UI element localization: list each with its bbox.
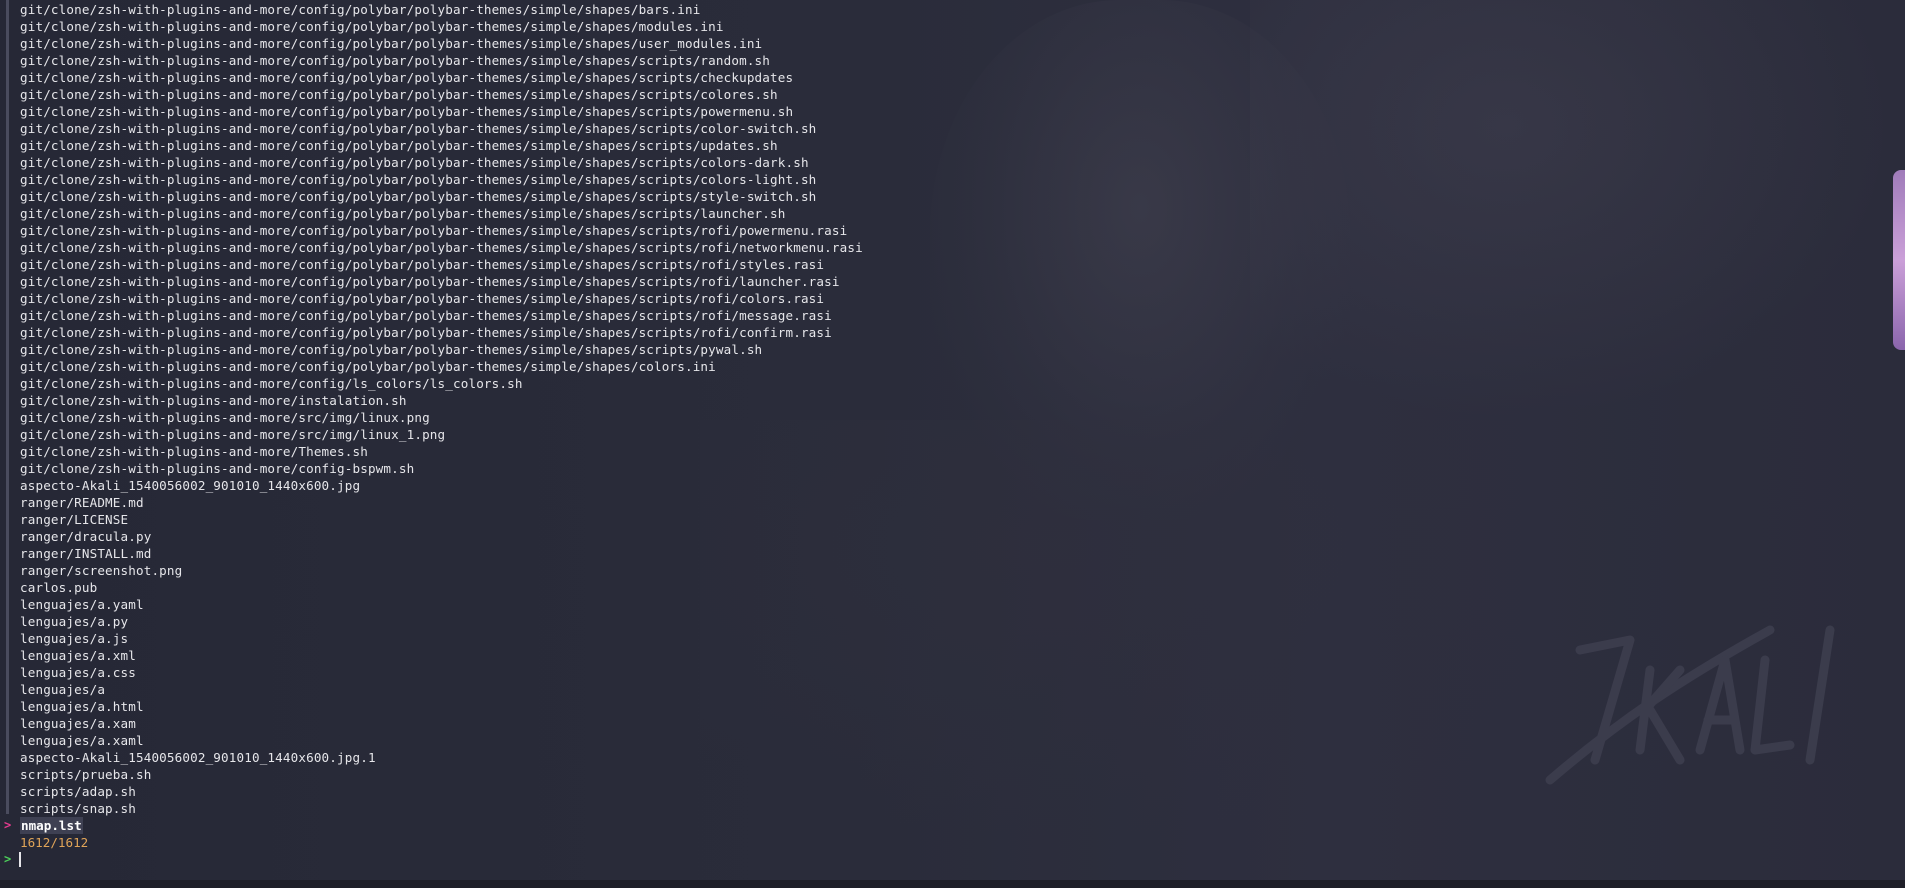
result-item[interactable]: git/clone/zsh-with-plugins-and-more/conf… bbox=[20, 18, 863, 35]
selected-result-text[interactable]: nmap.lst bbox=[20, 817, 83, 834]
selected-result-row[interactable]: > nmap.lst bbox=[0, 817, 83, 834]
search-input[interactable] bbox=[18, 851, 618, 868]
result-item[interactable]: git/clone/zsh-with-plugins-and-more/conf… bbox=[20, 35, 863, 52]
result-item[interactable]: git/clone/zsh-with-plugins-and-more/inst… bbox=[20, 392, 863, 409]
result-item[interactable]: git/clone/zsh-with-plugins-and-more/src/… bbox=[20, 409, 863, 426]
result-item[interactable]: lenguajes/a.xam bbox=[20, 715, 863, 732]
wallpaper-pink-accent bbox=[1893, 170, 1905, 350]
result-item[interactable]: git/clone/zsh-with-plugins-and-more/Them… bbox=[20, 443, 863, 460]
result-item[interactable]: git/clone/zsh-with-plugins-and-more/conf… bbox=[20, 154, 863, 171]
result-item[interactable]: scripts/prueba.sh bbox=[20, 766, 863, 783]
result-item[interactable]: git/clone/zsh-with-plugins-and-more/conf… bbox=[20, 52, 863, 69]
result-item[interactable]: lenguajes/a.yaml bbox=[20, 596, 863, 613]
left-gutter-rule bbox=[6, 0, 9, 814]
result-item[interactable]: aspecto-Akali_1540056002_901010_1440x600… bbox=[20, 749, 863, 766]
result-item[interactable]: git/clone/zsh-with-plugins-and-more/conf… bbox=[20, 86, 863, 103]
result-item[interactable]: git/clone/zsh-with-plugins-and-more/conf… bbox=[20, 358, 863, 375]
result-item[interactable]: git/clone/zsh-with-plugins-and-more/conf… bbox=[20, 1, 863, 18]
result-item[interactable]: git/clone/zsh-with-plugins-and-more/conf… bbox=[20, 137, 863, 154]
result-item[interactable]: git/clone/zsh-with-plugins-and-more/conf… bbox=[20, 205, 863, 222]
result-item[interactable]: ranger/dracula.py bbox=[20, 528, 863, 545]
terminal-window[interactable]: git/clone/zsh-with-plugins-and-more/conf… bbox=[0, 0, 1905, 888]
result-item[interactable]: git/clone/zsh-with-plugins-and-more/conf… bbox=[20, 222, 863, 239]
chevron-right-icon: > bbox=[4, 818, 12, 832]
match-counter: 1612/1612 bbox=[20, 835, 89, 850]
result-item[interactable]: git/clone/zsh-with-plugins-and-more/conf… bbox=[20, 341, 863, 358]
result-item[interactable]: git/clone/zsh-with-plugins-and-more/conf… bbox=[20, 460, 863, 477]
result-item[interactable]: git/clone/zsh-with-plugins-and-more/conf… bbox=[20, 239, 863, 256]
prompt-row[interactable]: > bbox=[0, 851, 1905, 868]
result-item[interactable]: git/clone/zsh-with-plugins-and-more/conf… bbox=[20, 256, 863, 273]
result-item[interactable]: lenguajes/a.html bbox=[20, 698, 863, 715]
result-item[interactable]: git/clone/zsh-with-plugins-and-more/conf… bbox=[20, 290, 863, 307]
result-item[interactable]: lenguajes/a.py bbox=[20, 613, 863, 630]
bottom-edge-bar bbox=[0, 880, 1905, 888]
result-item[interactable]: lenguajes/a.xml bbox=[20, 647, 863, 664]
result-item[interactable]: ranger/INSTALL.md bbox=[20, 545, 863, 562]
result-item[interactable]: git/clone/zsh-with-plugins-and-more/conf… bbox=[20, 273, 863, 290]
result-item[interactable]: git/clone/zsh-with-plugins-and-more/src/… bbox=[20, 426, 863, 443]
results-list: git/clone/zsh-with-plugins-and-more/conf… bbox=[20, 1, 863, 817]
result-item[interactable]: aspecto-Akali_1540056002_901010_1440x600… bbox=[20, 477, 863, 494]
prompt-chevron-icon: > bbox=[4, 852, 12, 866]
result-item[interactable]: lenguajes/a.xaml bbox=[20, 732, 863, 749]
wallpaper-face-shape bbox=[930, 0, 1350, 520]
result-item[interactable]: ranger/screenshot.png bbox=[20, 562, 863, 579]
result-item[interactable]: git/clone/zsh-with-plugins-and-more/conf… bbox=[20, 103, 863, 120]
result-item[interactable]: git/clone/zsh-with-plugins-and-more/conf… bbox=[20, 324, 863, 341]
result-item[interactable]: lenguajes/a.js bbox=[20, 630, 863, 647]
result-item[interactable]: ranger/LICENSE bbox=[20, 511, 863, 528]
result-item[interactable]: git/clone/zsh-with-plugins-and-more/conf… bbox=[20, 307, 863, 324]
result-item[interactable]: ranger/README.md bbox=[20, 494, 863, 511]
result-item[interactable]: git/clone/zsh-with-plugins-and-more/conf… bbox=[20, 375, 863, 392]
result-item[interactable]: git/clone/zsh-with-plugins-and-more/conf… bbox=[20, 171, 863, 188]
result-item[interactable]: lenguajes/a.css bbox=[20, 664, 863, 681]
wallpaper-hair-shape bbox=[1250, 0, 1890, 420]
result-item[interactable]: lenguajes/a bbox=[20, 681, 863, 698]
result-item[interactable]: scripts/snap.sh bbox=[20, 800, 863, 817]
text-cursor bbox=[19, 852, 21, 867]
result-item[interactable]: scripts/adap.sh bbox=[20, 783, 863, 800]
result-item[interactable]: git/clone/zsh-with-plugins-and-more/conf… bbox=[20, 188, 863, 205]
result-item[interactable]: git/clone/zsh-with-plugins-and-more/conf… bbox=[20, 120, 863, 137]
result-item[interactable]: git/clone/zsh-with-plugins-and-more/conf… bbox=[20, 69, 863, 86]
wallpaper-signature-graphic bbox=[1545, 625, 1835, 785]
result-item[interactable]: carlos.pub bbox=[20, 579, 863, 596]
